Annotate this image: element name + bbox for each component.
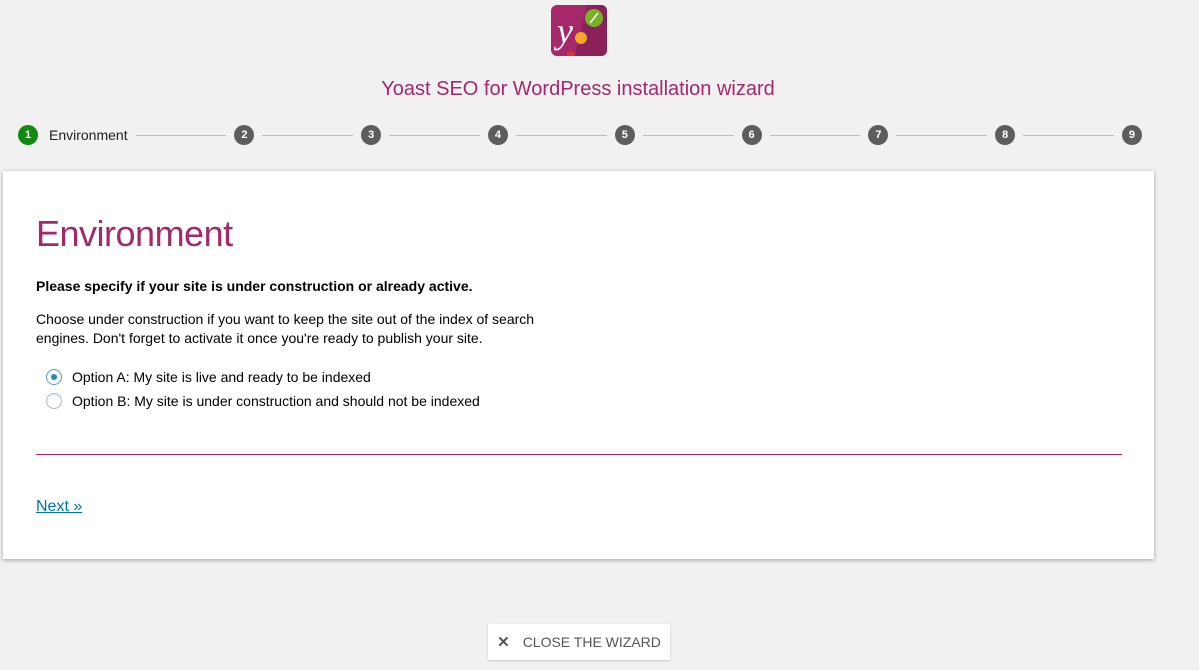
step-9[interactable]: 9 [1121,125,1142,145]
step-connector [515,134,607,136]
option-b-radio[interactable] [46,393,62,409]
option-a-radio[interactable] [46,369,62,385]
step-3-number: 3 [361,125,382,145]
next-button[interactable]: Next » [36,498,82,516]
step-connector [769,134,861,136]
description-text: Choose under construction if you want to… [36,311,535,346]
step-connector [262,134,354,136]
step-3[interactable]: 3 [361,125,382,145]
step-9-number: 9 [1121,125,1142,145]
close-icon: ✕ [497,634,510,651]
step-5-number: 5 [614,125,635,145]
close-wizard-button[interactable]: ✕ CLOSE THE WIZARD [488,624,670,660]
option-a[interactable]: Option A: My site is live and ready to b… [46,369,371,385]
page-title: Environment [36,213,233,254]
step-2-number: 2 [234,125,255,145]
step-connector [896,134,988,136]
option-a-label: Option A: My site is live and ready to b… [72,369,371,385]
stepper: 1 Environment 2 3 4 5 6 7 8 9 [18,124,1142,146]
step-4-number: 4 [487,125,508,145]
option-b-label: Option B: My site is under construction … [72,393,480,409]
step-7[interactable]: 7 [868,125,889,145]
step-connector [389,134,480,136]
step-2[interactable]: 2 [234,125,255,145]
step-6[interactable]: 6 [741,125,762,145]
step-1-label: Environment [49,127,128,143]
question-text: Please specify if your site is under con… [36,278,473,294]
step-7-number: 7 [868,125,889,145]
close-wizard-label: CLOSE THE WIZARD [522,634,661,650]
step-6-number: 6 [741,125,762,145]
step-connector [642,134,734,136]
step-connector [1023,134,1114,136]
wizard-title: Yoast SEO for WordPress installation wiz… [381,78,775,100]
step-8-number: 8 [995,125,1016,145]
step-8[interactable]: 8 [995,125,1016,145]
step-1-number: 1 [18,125,38,145]
step-5[interactable]: 5 [614,125,635,145]
wizard-card: Environment Please specify if your site … [3,171,1154,559]
divider [36,454,1122,455]
svg-text:y: y [554,11,573,51]
step-1[interactable]: 1 Environment [18,125,128,145]
option-b[interactable]: Option B: My site is under construction … [46,393,480,409]
step-4[interactable]: 4 [487,125,508,145]
yoast-logo-icon: y [551,5,607,56]
step-connector [135,134,227,136]
